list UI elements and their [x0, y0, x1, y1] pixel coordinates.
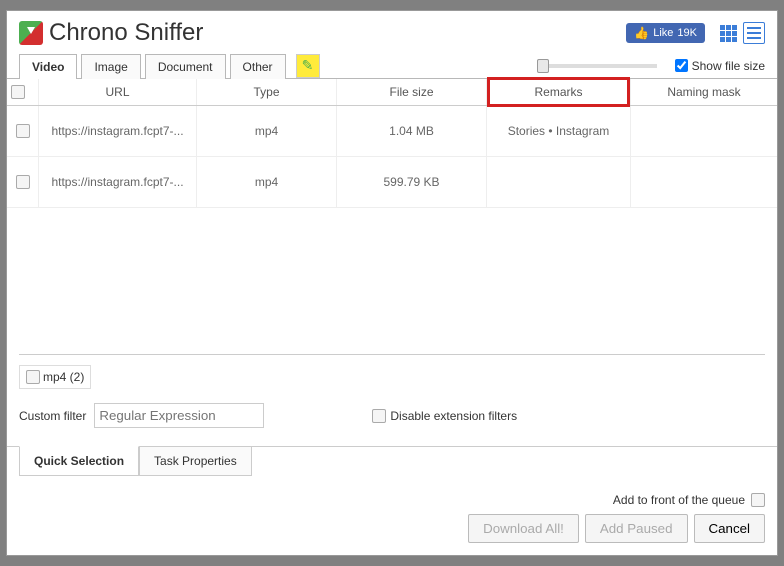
tab-quick-selection[interactable]: Quick Selection [19, 446, 139, 476]
list-view-button[interactable] [743, 22, 765, 44]
cell-naming [631, 157, 777, 207]
cancel-button[interactable]: Cancel [694, 514, 766, 543]
tab-video[interactable]: Video [19, 54, 77, 79]
show-file-size-input[interactable] [675, 59, 688, 72]
add-front-queue-label: Add to front of the queue [613, 493, 745, 507]
column-url[interactable]: URL [39, 79, 197, 105]
column-size[interactable]: File size [337, 79, 487, 105]
slider-thumb[interactable] [537, 59, 549, 73]
column-remarks[interactable]: Remarks [487, 79, 631, 105]
cell-size: 599.79 KB [337, 157, 487, 207]
grid-icon [720, 25, 737, 42]
disable-extension-filters[interactable]: Disable extension filters [372, 409, 517, 423]
row-checkbox[interactable] [16, 175, 30, 189]
select-all-checkbox[interactable] [11, 85, 25, 99]
custom-filter-label: Custom filter [19, 409, 86, 423]
cell-url: https://instagram.fcpt7-... [39, 106, 197, 156]
add-front-queue-checkbox[interactable] [751, 493, 765, 507]
tab-other[interactable]: Other [230, 54, 286, 79]
app-logo-icon [19, 21, 43, 45]
table-body: https://instagram.fcpt7-... mp4 1.04 MB … [7, 106, 777, 346]
cell-url: https://instagram.fcpt7-... [39, 157, 197, 207]
table-row[interactable]: https://instagram.fcpt7-... mp4 1.04 MB … [7, 106, 777, 157]
size-slider[interactable] [537, 64, 657, 68]
show-file-size-checkbox[interactable]: Show file size [675, 59, 765, 73]
cell-naming [631, 106, 777, 156]
disable-filters-checkbox[interactable] [372, 409, 386, 423]
app-title: Chrono Sniffer [49, 19, 203, 47]
grid-view-button[interactable] [717, 22, 739, 44]
cell-type: mp4 [197, 157, 337, 207]
edit-button[interactable]: ✎ [296, 54, 320, 78]
cell-remarks: Stories • Instagram [487, 106, 631, 156]
cell-type: mp4 [197, 106, 337, 156]
custom-filter-input[interactable] [94, 403, 264, 428]
add-paused-button[interactable]: Add Paused [585, 514, 688, 543]
list-icon [747, 27, 761, 39]
cell-size: 1.04 MB [337, 106, 487, 156]
download-all-button[interactable]: Download All! [468, 514, 579, 543]
column-type[interactable]: Type [197, 79, 337, 105]
tab-document[interactable]: Document [145, 54, 226, 79]
row-checkbox[interactable] [16, 124, 30, 138]
cell-remarks [487, 157, 631, 207]
pencil-icon: ✎ [302, 57, 314, 74]
column-naming-mask[interactable]: Naming mask [631, 79, 777, 105]
file-type-filter-mp4[interactable]: mp4 (2) [19, 365, 91, 389]
thumb-up-icon: 👍 [634, 26, 649, 40]
facebook-like-button[interactable]: 👍 Like 19K [626, 23, 705, 43]
mp4-filter-checkbox[interactable] [26, 370, 40, 384]
tab-task-properties[interactable]: Task Properties [139, 447, 252, 476]
tab-image[interactable]: Image [81, 54, 140, 79]
table-row[interactable]: https://instagram.fcpt7-... mp4 599.79 K… [7, 157, 777, 208]
